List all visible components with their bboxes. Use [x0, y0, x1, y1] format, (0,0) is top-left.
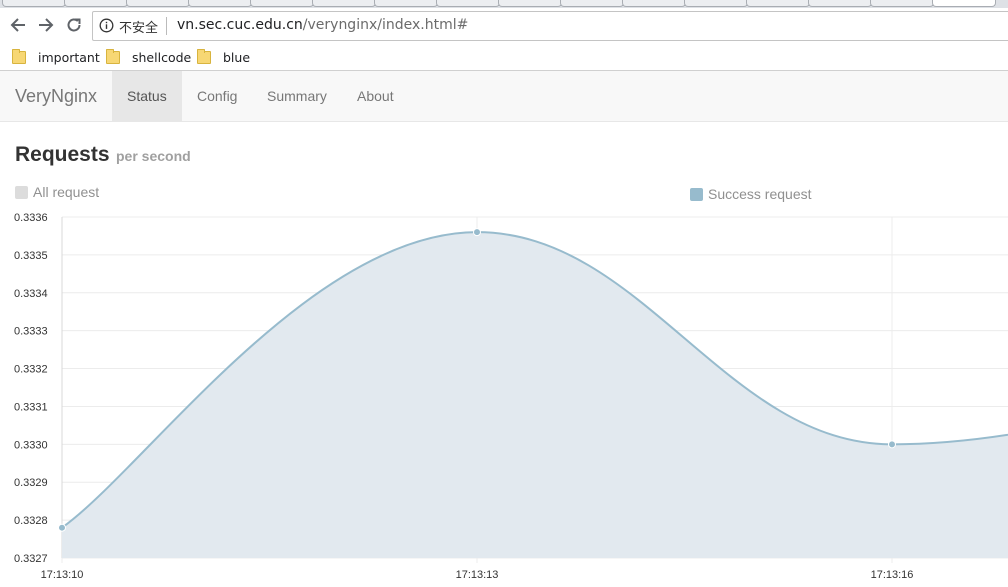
browser-tab[interactable]	[64, 0, 128, 7]
arrow-left-icon	[10, 18, 25, 32]
security-label[interactable]: 不安全	[119, 17, 158, 36]
y-tick-label: 0.3331	[14, 401, 48, 413]
browser-tab[interactable]	[250, 0, 314, 7]
folder-icon	[197, 48, 211, 64]
y-tick-label: 0.3334	[14, 288, 48, 300]
bookmark-label: blue	[223, 49, 251, 65]
requests-area-chart: 0.3336 0.3335 0.3334 0.3333 0.3332 0.3331 0.33…	[14, 212, 1008, 581]
browser-tab[interactable]	[126, 0, 190, 7]
address-divider	[166, 17, 167, 35]
bookmark-shellcode[interactable]: shellcode	[106, 47, 191, 67]
y-tick-label: 0.3335	[14, 250, 48, 262]
page-title: Requests	[15, 143, 110, 166]
arrow-right-icon	[39, 18, 54, 32]
folder-icon	[12, 48, 26, 64]
brand-logo[interactable]: VeryNginx	[15, 86, 97, 107]
browser-tab-active[interactable]	[932, 0, 996, 7]
y-tick-label: 0.3333	[14, 326, 48, 338]
series-area-success-request	[62, 232, 1008, 558]
nav-item-status[interactable]: Status	[112, 71, 182, 121]
x-tick-label: 17:13:13	[456, 569, 499, 581]
url-host: vn.sec.cuc.edu.cn	[177, 17, 303, 33]
browser-tab[interactable]	[684, 0, 748, 7]
data-point	[888, 440, 896, 449]
browser-tab-strip	[0, 0, 1008, 8]
browser-tab[interactable]	[622, 0, 686, 7]
legend-label: All request	[33, 184, 100, 200]
nav-item-config[interactable]: Config	[182, 71, 252, 121]
nav-item-summary[interactable]: Summary	[252, 71, 342, 121]
data-point	[473, 228, 481, 237]
bookmark-label: shellcode	[132, 49, 192, 65]
page-subtitle: per second	[115, 148, 191, 164]
y-tick-label: 0.3332	[14, 364, 48, 376]
legend-swatch	[15, 185, 28, 199]
app-navbar: VeryNginx Status Config Summary About	[0, 71, 1008, 122]
browser-tab[interactable]	[312, 0, 376, 7]
url-path: /verynginx/index.html#	[302, 17, 469, 33]
browser-tab[interactable]	[746, 0, 810, 7]
x-tick-label: 17:13:10	[41, 569, 84, 581]
browser-tab[interactable]	[436, 0, 500, 7]
info-icon[interactable]	[99, 18, 114, 37]
section-heading: Requests per second	[15, 143, 191, 167]
browser-tab[interactable]	[560, 0, 624, 7]
legend-swatch	[690, 187, 703, 201]
folder-icon	[106, 48, 120, 64]
legend-item-all-request[interactable]: All request	[15, 184, 99, 200]
y-tick-label: 0.3330	[14, 439, 48, 451]
bookmarks-bar: important shellcode blue	[0, 44, 1008, 71]
reload-icon	[67, 18, 81, 32]
address-bar[interactable]: 不安全 vn.sec.cuc.edu.cn/verynginx/index.ht…	[92, 11, 1008, 41]
forward-button[interactable]	[33, 12, 59, 38]
url-text[interactable]: vn.sec.cuc.edu.cn/verynginx/index.html#	[177, 17, 468, 33]
nav-item-about[interactable]: About	[342, 71, 409, 121]
browser-tab[interactable]	[188, 0, 252, 7]
browser-tab[interactable]	[498, 0, 562, 7]
reload-button[interactable]	[61, 12, 87, 38]
browser-tab[interactable]	[808, 0, 872, 7]
back-button[interactable]	[5, 12, 31, 38]
x-tick-label: 17:13:16	[871, 569, 914, 581]
browser-tab[interactable]	[870, 0, 934, 7]
browser-tab[interactable]	[2, 0, 66, 7]
data-point	[58, 523, 66, 532]
browser-tab[interactable]	[374, 0, 438, 7]
y-tick-label: 0.3328	[14, 515, 48, 527]
browser-toolbar: 不安全 vn.sec.cuc.edu.cn/verynginx/index.ht…	[0, 8, 1008, 44]
y-tick-label: 0.3336	[14, 212, 48, 224]
bookmark-label: important	[38, 49, 100, 65]
y-tick-label: 0.3329	[14, 477, 48, 489]
y-tick-label: 0.3327	[14, 553, 48, 565]
bookmark-blue[interactable]: blue	[197, 47, 250, 67]
bookmark-important[interactable]: important	[12, 47, 100, 67]
